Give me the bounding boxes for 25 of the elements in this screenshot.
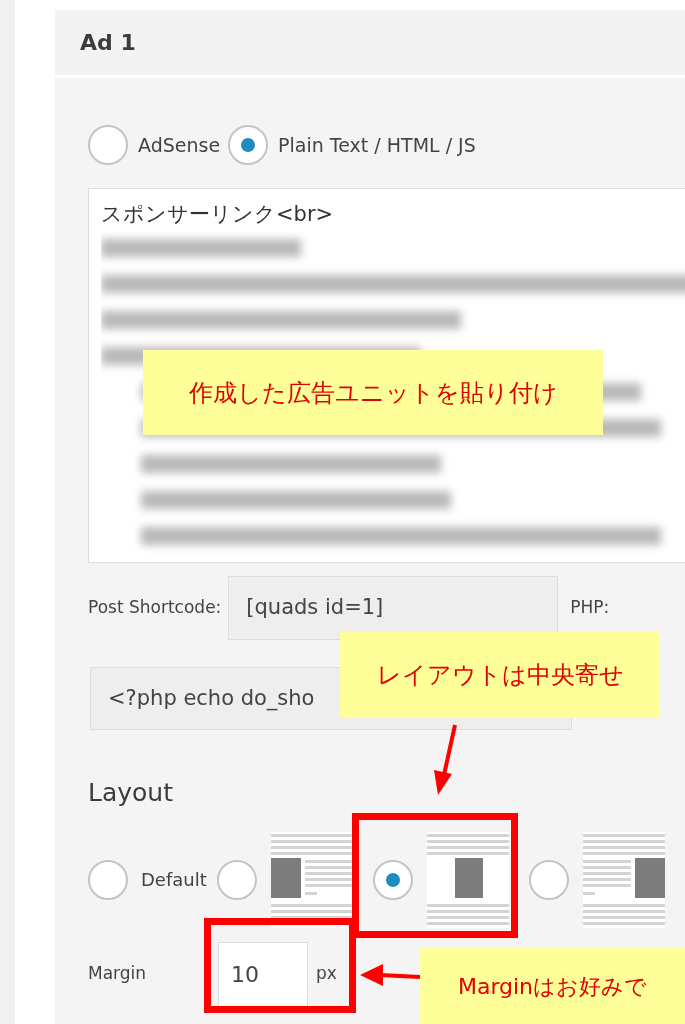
panel-title: Ad 1 <box>80 29 136 57</box>
field-label: Margin <box>88 962 148 986</box>
arrow <box>434 724 457 795</box>
radio-button[interactable] <box>88 859 128 900</box>
radio-button[interactable] <box>88 125 128 165</box>
annotation-note: 作成した広告ユニットを貼り付け <box>143 350 603 435</box>
radio-button[interactable] <box>528 859 569 900</box>
section-heading: Layout <box>88 777 174 809</box>
arrow <box>360 964 421 986</box>
layout-left-drawing[interactable] <box>270 831 353 928</box>
margin-field[interactable]: 10 <box>218 941 308 1007</box>
shortcode-field[interactable]: [quads id=1] <box>228 576 559 640</box>
radio-button[interactable] <box>216 859 257 900</box>
layout-center-drawing[interactable] <box>426 831 509 928</box>
unit-label: px <box>316 962 337 986</box>
radio-button[interactable] <box>228 125 269 165</box>
annotation-note: Marginはお好みで <box>420 948 685 1024</box>
field-label: Post Shortcode: <box>88 596 222 620</box>
radio-label[interactable]: Default <box>141 866 207 893</box>
annotation-tooltip: レイアウトは中央寄せ <box>340 632 660 718</box>
layout-right-drawing[interactable] <box>582 831 665 928</box>
radio-label[interactable]: Plain Text / HTML / JS <box>278 130 476 160</box>
field-label: PHP: <box>570 596 610 620</box>
radio-label[interactable]: AdSense <box>138 130 221 160</box>
radio-button[interactable] <box>372 859 413 900</box>
